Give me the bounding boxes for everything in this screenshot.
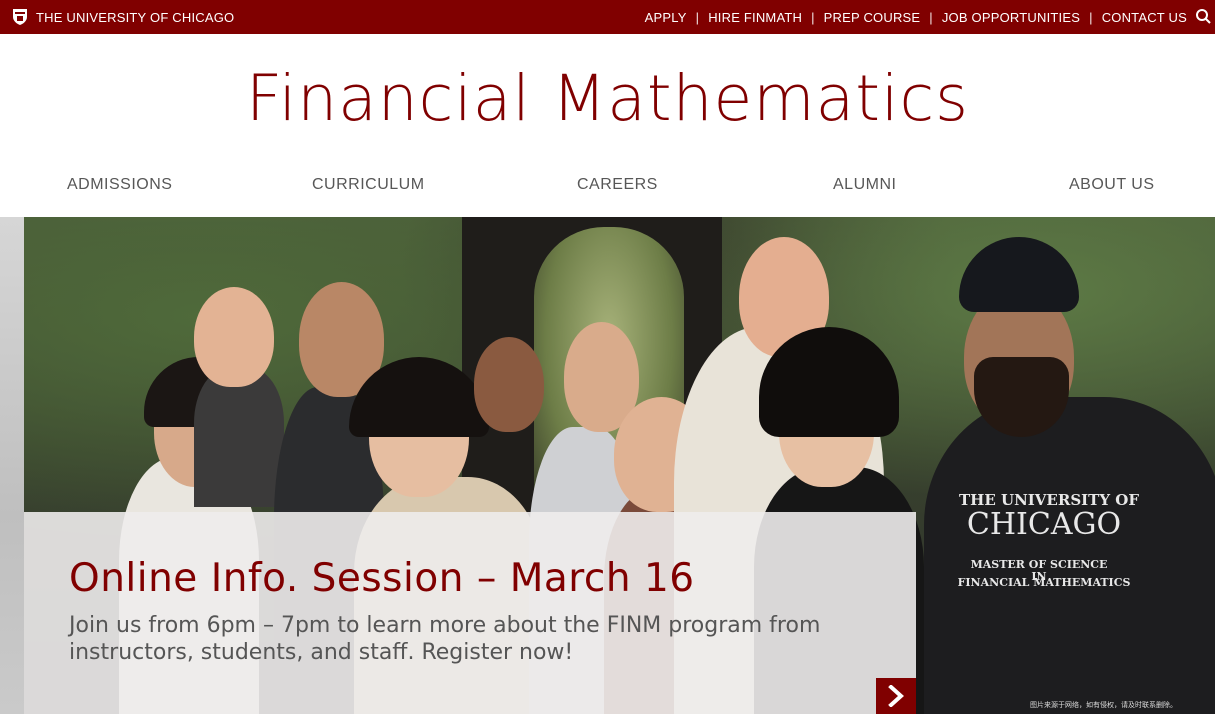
utility-link-contact-us[interactable]: CONTACT US <box>1102 10 1187 25</box>
chevron-right-icon <box>888 685 904 707</box>
university-logo-link[interactable]: THE UNIVERSITY OF CHICAGO <box>12 0 234 34</box>
next-slide-button[interactable] <box>876 678 916 714</box>
shirt-text-line2: CHICAGO <box>966 507 1122 542</box>
search-icon[interactable] <box>1195 8 1211 24</box>
hero-caption: Online Info. Session – March 16 Join us … <box>24 512 916 714</box>
university-shield-icon <box>13 9 27 25</box>
utility-link-hire-finmath[interactable]: HIRE FINMATH <box>708 10 802 25</box>
person-face <box>194 287 274 387</box>
utility-separator: | <box>929 9 933 25</box>
previous-slide-edge <box>0 217 24 714</box>
nav-item-curriculum[interactable]: CURRICULUM <box>312 176 425 194</box>
nav-item-alumni[interactable]: ALUMNI <box>833 176 896 194</box>
shirt-text-line4: FINANCIAL MATHEMATICS <box>957 576 1131 589</box>
utility-link-apply[interactable]: APPLY <box>645 10 687 25</box>
caption-title[interactable]: Online Info. Session – March 16 <box>69 556 695 601</box>
nav-item-careers[interactable]: CAREERS <box>577 176 658 194</box>
nav-item-about-us[interactable]: ABOUT US <box>1069 176 1155 194</box>
person-body <box>924 397 1215 714</box>
person-body <box>194 367 284 507</box>
watermark-text: 图片来源于网络，如有侵权，请及时联系删除。 <box>1030 701 1177 709</box>
utility-link-job-opportunities[interactable]: JOB OPPORTUNITIES <box>942 10 1080 25</box>
utility-nav: APPLY | HIRE FINMATH | PREP COURSE | JOB… <box>645 0 1211 34</box>
utility-link-prep-course[interactable]: PREP COURSE <box>824 10 921 25</box>
utility-separator: | <box>1089 9 1093 25</box>
site-title[interactable]: Financial Mathematics <box>0 62 1215 135</box>
main-nav: ADMISSIONS CURRICULUM CAREERS ALUMNI ABO… <box>0 176 1215 200</box>
top-utility-bar: THE UNIVERSITY OF CHICAGO APPLY | HIRE F… <box>0 0 1215 34</box>
utility-separator: | <box>695 9 700 25</box>
person-face <box>474 337 544 432</box>
caption-text: Join us from 6pm – 7pm to learn more abo… <box>69 613 821 665</box>
person-turban <box>959 237 1079 312</box>
hero-carousel: THE UNIVERSITY OF CHICAGO MASTER OF SCIE… <box>0 217 1215 714</box>
utility-separator: | <box>811 9 815 25</box>
nav-item-admissions[interactable]: ADMISSIONS <box>67 176 172 194</box>
university-name: THE UNIVERSITY OF CHICAGO <box>36 9 235 25</box>
